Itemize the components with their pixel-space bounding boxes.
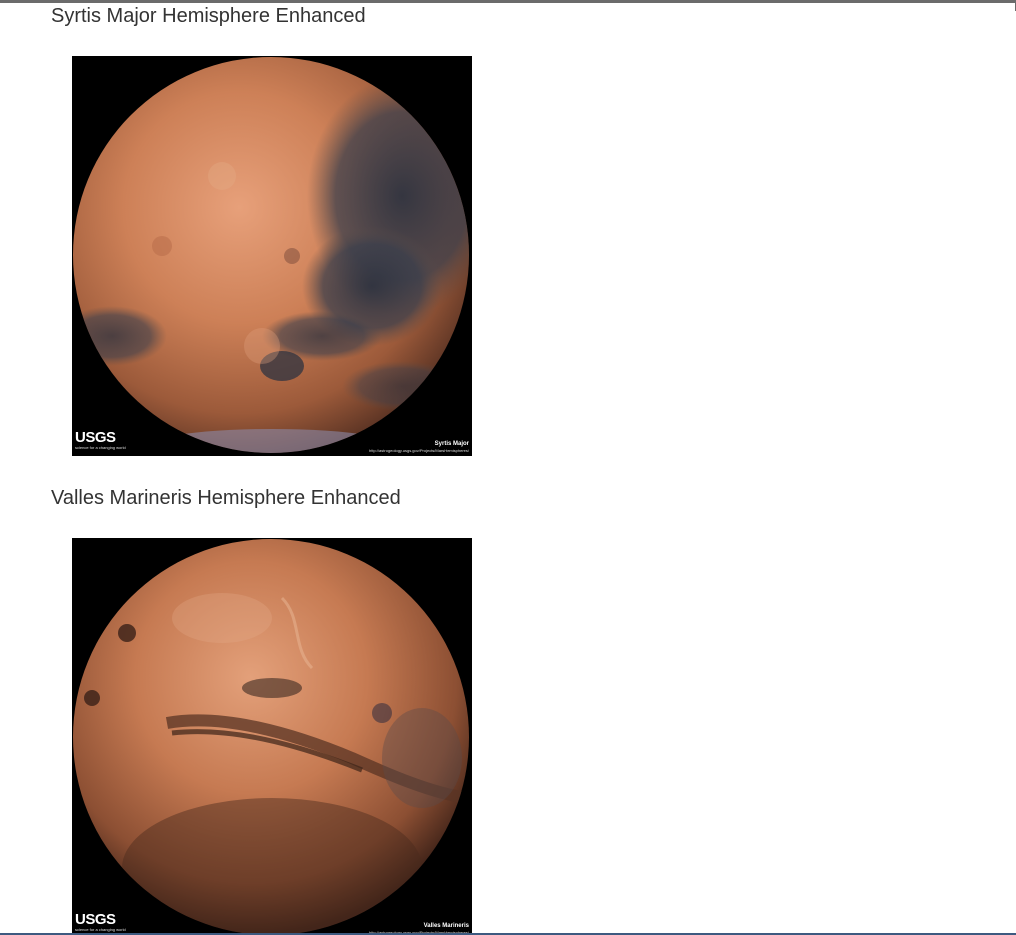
usgs-logo: USGS science for a changing world xyxy=(75,429,126,450)
usgs-logo-text: USGS xyxy=(75,911,116,928)
hemisphere-image-valles-marineris[interactable]: USGS science for a changing world Valles… xyxy=(72,538,472,935)
page: Syrtis Major Hemisphere Enhanced USGS sc… xyxy=(0,0,1016,935)
mars-globe-valles-marineris xyxy=(72,538,472,935)
usgs-logo-text: USGS xyxy=(75,429,116,446)
hemisphere-title: Valles Marineris Hemisphere Enhanced xyxy=(51,487,401,509)
usgs-logo-tagline: science for a changing world xyxy=(75,927,126,932)
image-caption-name: Syrtis Major xyxy=(434,441,469,447)
hemisphere-title: Syrtis Major Hemisphere Enhanced xyxy=(51,5,366,27)
hemisphere-image-syrtis-major[interactable]: USGS science for a changing world Syrtis… xyxy=(72,56,472,456)
image-caption: Syrtis Major http://astrogeology.usgs.go… xyxy=(369,440,469,453)
image-caption-url: http://astrogeology.usgs.gov/Projects/Ma… xyxy=(369,448,469,453)
hemisphere-card-valles-marineris: Valles Marineris Hemisphere Enhanced USG… xyxy=(51,486,472,935)
image-caption-name: Valles Marineris xyxy=(423,923,469,929)
usgs-logo: USGS science for a changing world xyxy=(75,911,126,932)
usgs-logo-tagline: science for a changing world xyxy=(75,445,126,450)
mars-globe-syrtis-major xyxy=(72,56,472,456)
hemisphere-card-syrtis-major: Syrtis Major Hemisphere Enhanced USGS sc… xyxy=(51,4,472,456)
